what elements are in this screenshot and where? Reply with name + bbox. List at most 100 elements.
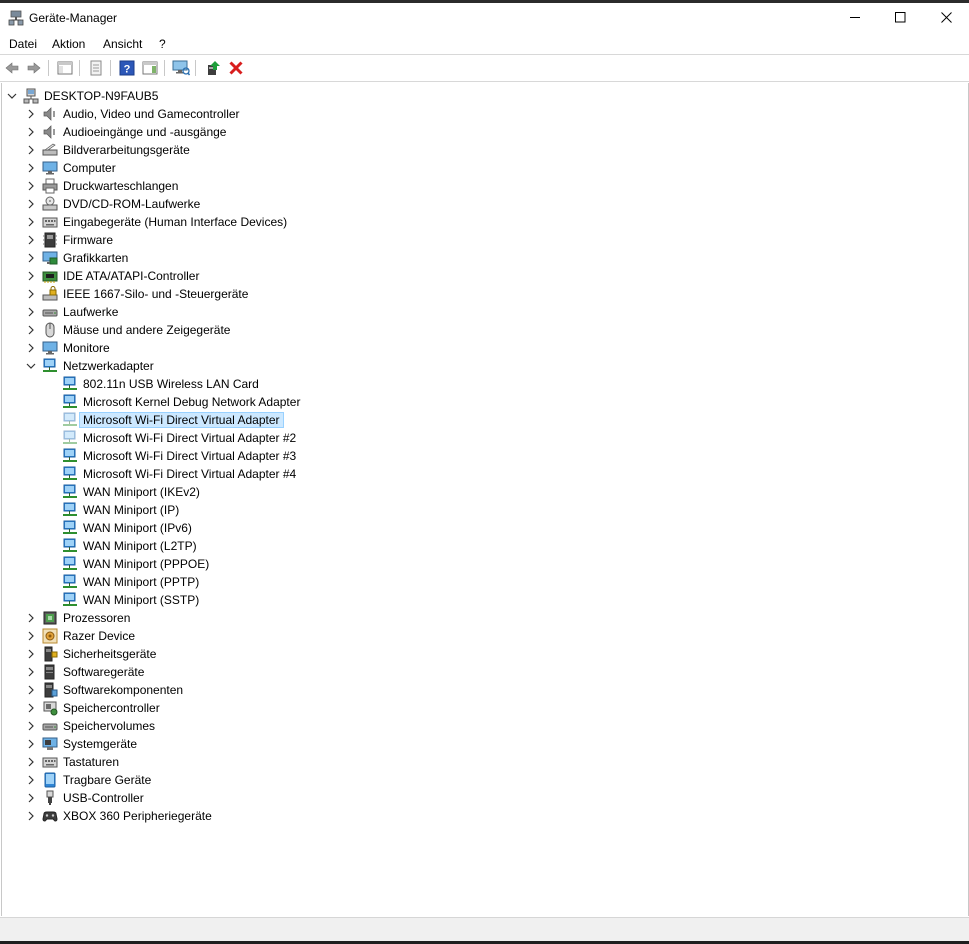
- tree-category-computer[interactable]: Computer: [2, 159, 402, 177]
- chevron-right-icon[interactable]: [25, 630, 37, 642]
- tree-category-razer-device[interactable]: Razer Device: [2, 627, 402, 645]
- tree-category-druckwarteschlangen[interactable]: Druckwarteschlangen: [2, 177, 402, 195]
- tree-category-speichercontroller[interactable]: Speichercontroller: [2, 699, 402, 717]
- tree-category-sicherheitsger-te[interactable]: Sicherheitsgeräte: [2, 645, 402, 663]
- tree-category-grafikkarten[interactable]: Grafikkarten: [2, 249, 402, 267]
- chevron-right-icon[interactable]: [25, 666, 37, 678]
- close-button[interactable]: [923, 3, 969, 32]
- tree-category-softwarekomponenten[interactable]: Softwarekomponenten: [2, 681, 402, 699]
- chevron-right-icon[interactable]: [25, 216, 37, 228]
- back-button[interactable]: [3, 59, 21, 77]
- tree-category-label: Computer: [63, 161, 116, 175]
- menu-help[interactable]: ?: [159, 37, 166, 51]
- network-adapter-item[interactable]: Microsoft Wi-Fi Direct Virtual Adapter #…: [2, 447, 402, 465]
- chevron-right-icon[interactable]: [25, 342, 37, 354]
- tree-category-label: Audio, Video und Gamecontroller: [63, 107, 240, 121]
- chevron-right-icon[interactable]: [25, 126, 37, 138]
- help-button[interactable]: ?: [118, 59, 136, 77]
- chevron-right-icon[interactable]: [25, 738, 37, 750]
- tree-category-eingabeger-te-human-interface-devices[interactable]: Eingabegeräte (Human Interface Devices): [2, 213, 402, 231]
- tree-category-label: Firmware: [63, 233, 113, 247]
- tree-category-audioeing-nge-und-ausg-nge[interactable]: Audioeingänge und -ausgänge: [2, 123, 402, 141]
- minimize-button[interactable]: [832, 3, 878, 32]
- scan-hardware-button[interactable]: [172, 59, 190, 77]
- network-adapter-item[interactable]: WAN Miniport (IKEv2): [2, 483, 402, 501]
- tree-category-audio-video-und-gamecontroller[interactable]: Audio, Video und Gamecontroller: [2, 105, 402, 123]
- chevron-right-icon[interactable]: [25, 234, 37, 246]
- chevron-down-icon[interactable]: [6, 90, 18, 102]
- action-pane-button[interactable]: [141, 59, 159, 77]
- chevron-right-icon[interactable]: [25, 648, 37, 660]
- tree-category-usb-controller[interactable]: USB-Controller: [2, 789, 402, 807]
- tree-category-ieee-1667-silo-und-steuerger-te[interactable]: IEEE 1667-Silo- und -Steuergeräte: [2, 285, 402, 303]
- tree-category-softwareger-te[interactable]: Softwaregeräte: [2, 663, 402, 681]
- tree-category-monitore[interactable]: Monitore: [2, 339, 402, 357]
- network-adapter-item[interactable]: WAN Miniport (PPTP): [2, 573, 402, 591]
- tree-category-prozessoren[interactable]: Prozessoren: [2, 609, 402, 627]
- chevron-right-icon[interactable]: [25, 324, 37, 336]
- network-adapter-item[interactable]: WAN Miniport (PPPOE): [2, 555, 402, 573]
- properties-button[interactable]: [87, 59, 105, 77]
- tree-category-label: Eingabegeräte (Human Interface Devices): [63, 215, 288, 229]
- chevron-right-icon[interactable]: [25, 144, 37, 156]
- menu-ansicht[interactable]: Ansicht: [103, 37, 142, 51]
- tree-category-tastaturen[interactable]: Tastaturen: [2, 753, 402, 771]
- tree-category-m-use-und-andere-zeigeger-te[interactable]: Mäuse und andere Zeigegeräte: [2, 321, 402, 339]
- tree-category-bildverarbeitungsger-te[interactable]: Bildverarbeitungsgeräte: [2, 141, 402, 159]
- chevron-right-icon[interactable]: [25, 252, 37, 264]
- menu-aktion[interactable]: Aktion: [52, 37, 85, 51]
- menu-datei[interactable]: Datei: [9, 37, 37, 51]
- tree-category-label: XBOX 360 Peripheriegeräte: [63, 809, 212, 823]
- chevron-right-icon[interactable]: [25, 684, 37, 696]
- chevron-right-icon[interactable]: [25, 720, 37, 732]
- chevron-right-icon[interactable]: [25, 288, 37, 300]
- network-adapter-item[interactable]: Microsoft Wi-Fi Direct Virtual Adapter: [2, 411, 402, 429]
- uninstall-button[interactable]: [227, 59, 245, 77]
- network-adapter-label: WAN Miniport (L2TP): [83, 539, 197, 553]
- tree-root[interactable]: DESKTOP-N9FAUB5: [2, 87, 402, 105]
- forward-button[interactable]: [25, 59, 43, 77]
- network-adapter-item[interactable]: Microsoft Kernel Debug Network Adapter: [2, 393, 402, 411]
- usb-icon: [46, 790, 54, 805]
- chevron-right-icon[interactable]: [25, 198, 37, 210]
- network-adapter-item[interactable]: WAN Miniport (IP): [2, 501, 402, 519]
- chevron-right-icon[interactable]: [25, 810, 37, 822]
- toolbar-separator: [48, 60, 49, 76]
- chevron-right-icon[interactable]: [25, 702, 37, 714]
- monitor-icon: [42, 161, 58, 175]
- network-adapter-item[interactable]: WAN Miniport (L2TP): [2, 537, 402, 555]
- chevron-right-icon[interactable]: [25, 306, 37, 318]
- chevron-right-icon[interactable]: [25, 270, 37, 282]
- network-adapter-item[interactable]: Microsoft Wi-Fi Direct Virtual Adapter #…: [2, 429, 402, 447]
- chevron-down-icon[interactable]: [25, 360, 37, 372]
- chevron-right-icon[interactable]: [25, 612, 37, 624]
- chevron-right-icon[interactable]: [25, 180, 37, 192]
- status-bar: [0, 917, 969, 942]
- window-title: Geräte-Manager: [29, 11, 118, 25]
- tree-category-systemger-te[interactable]: Systemgeräte: [2, 735, 402, 753]
- tree-category-laufwerke[interactable]: Laufwerke: [2, 303, 402, 321]
- update-driver-button[interactable]: [204, 59, 222, 77]
- console-tree-button[interactable]: [56, 59, 74, 77]
- network-adapter-item[interactable]: WAN Miniport (SSTP): [2, 591, 402, 609]
- tree-category-netzwerkadapter[interactable]: Netzwerkadapter: [2, 357, 402, 375]
- chevron-right-icon[interactable]: [25, 162, 37, 174]
- network-adapter-item[interactable]: WAN Miniport (IPv6): [2, 519, 402, 537]
- network-adapter-item[interactable]: 802.11n USB Wireless LAN Card: [2, 375, 402, 393]
- chevron-right-icon[interactable]: [25, 792, 37, 804]
- network-adapter-item[interactable]: Microsoft Wi-Fi Direct Virtual Adapter #…: [2, 465, 402, 483]
- maximize-button[interactable]: [877, 3, 923, 32]
- tree-category-dvd-cd-rom-laufwerke[interactable]: DVD/CD-ROM-Laufwerke: [2, 195, 402, 213]
- tree-category-xbox-360-peripherieger-te[interactable]: XBOX 360 Peripheriegeräte: [2, 807, 402, 825]
- chevron-right-icon[interactable]: [25, 108, 37, 120]
- device-tree[interactable]: DESKTOP-N9FAUB5 Audio, Video und Gamecon…: [1, 83, 969, 916]
- tree-category-speichervolumes[interactable]: Speichervolumes: [2, 717, 402, 735]
- tree-category-ide-ata-atapi-controller[interactable]: IDE ATA/ATAPI-Controller: [2, 267, 402, 285]
- chevron-right-icon[interactable]: [25, 756, 37, 768]
- tree-category-label: Softwaregeräte: [63, 665, 145, 679]
- title-bar[interactable]: Geräte-Manager: [0, 3, 969, 32]
- tree-category-firmware[interactable]: Firmware: [2, 231, 402, 249]
- chevron-right-icon[interactable]: [25, 774, 37, 786]
- update-driver-icon: [208, 61, 220, 75]
- tree-category-tragbare-ger-te[interactable]: Tragbare Geräte: [2, 771, 402, 789]
